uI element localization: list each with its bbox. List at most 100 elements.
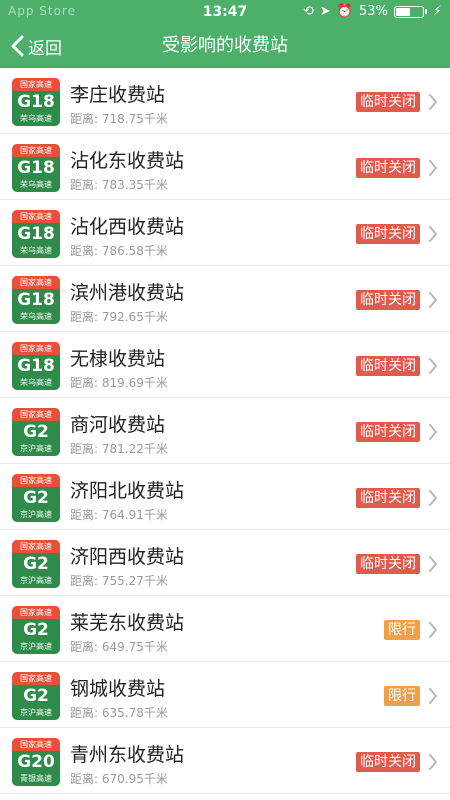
- shield-top-label: 国家高速: [12, 738, 60, 751]
- shield-route-name: 荣乌高速: [20, 312, 52, 321]
- status-bar: App Store 13:47 ⟲ ➤ ⏰ 53% ⚡: [0, 0, 450, 24]
- shield-top-label: 国家高速: [12, 144, 60, 157]
- shield-top-label: 国家高速: [12, 78, 60, 91]
- list-item[interactable]: 国家高速 G2 京沪高速 钢城收费站 距离: 635.78千米 限行: [0, 662, 450, 728]
- chevron-right-icon: [429, 556, 437, 572]
- shield-top-label: 国家高速: [12, 540, 60, 553]
- alarm-clock-icon: ⏰: [336, 4, 353, 19]
- chevron-right-icon: [429, 688, 437, 704]
- highway-shield-icon: 国家高速 G2 京沪高速: [12, 606, 60, 654]
- shield-route-name: 荣乌高速: [20, 246, 52, 255]
- status-right-group: ⟲ ➤ ⏰ 53% ⚡: [303, 4, 442, 19]
- list-item[interactable]: 国家高速 G18 荣乌高速 李庄收费站 距离: 718.75千米 临时关闭: [0, 68, 450, 134]
- status-badge: 临时关闭: [356, 488, 420, 508]
- list-item[interactable]: 国家高速 G18 荣乌高速 沾化西收费站 距离: 786.58千米 临时关闭: [0, 200, 450, 266]
- shield-route-code: G2: [23, 554, 49, 574]
- list-item[interactable]: 国家高速 G2 京沪高速 济阳西收费站 距离: 755.27千米 临时关闭: [0, 530, 450, 596]
- rotation-lock-icon: ⟲: [302, 4, 314, 19]
- toll-station-list: 国家高速 G18 荣乌高速 李庄收费站 距离: 718.75千米 临时关闭 国家…: [0, 68, 450, 794]
- list-item[interactable]: 国家高速 G18 荣乌高速 滨州港收费站 距离: 792.65千米 临时关闭: [0, 266, 450, 332]
- highway-shield-icon: 国家高速 G2 京沪高速: [12, 408, 60, 456]
- chevron-right-icon: [429, 490, 437, 506]
- status-badge: 临时关闭: [356, 92, 420, 112]
- chevron-right-icon: [429, 622, 437, 638]
- shield-route-name: 京沪高速: [20, 510, 52, 519]
- station-distance: 距离: 792.65千米: [70, 310, 168, 324]
- station-distance: 距离: 755.27千米: [70, 574, 168, 588]
- list-item[interactable]: 国家高速 G2 京沪高速 商河收费站 距离: 781.22千米 临时关闭: [0, 398, 450, 464]
- station-name: 沾化西收费站: [70, 216, 185, 238]
- shield-top-label: 国家高速: [12, 474, 60, 487]
- shield-route-name: 京沪高速: [20, 708, 52, 717]
- chevron-right-icon: [429, 424, 437, 440]
- chevron-right-icon: [429, 754, 437, 770]
- station-distance: 距离: 670.95千米: [70, 772, 168, 786]
- highway-shield-icon: 国家高速 G18 荣乌高速: [12, 78, 60, 126]
- status-badge: 限行: [384, 686, 420, 706]
- shield-route-code: G18: [17, 158, 55, 178]
- station-distance: 距离: 819.69千米: [70, 376, 168, 390]
- status-badge: 临时关闭: [356, 752, 420, 772]
- page-title: 受影响的收费站: [162, 35, 288, 56]
- station-name: 沾化东收费站: [70, 150, 185, 172]
- chevron-right-icon: [429, 358, 437, 374]
- shield-route-name: 京沪高速: [20, 444, 52, 453]
- charging-bolt-icon: ⚡: [432, 4, 442, 19]
- list-item[interactable]: 国家高速 G20 青银高速 青州东收费站 距离: 670.95千米 临时关闭: [0, 728, 450, 794]
- station-name: 济阳北收费站: [70, 480, 185, 502]
- shield-route-code: G2: [23, 422, 49, 442]
- status-badge: 限行: [384, 620, 420, 640]
- station-distance: 距离: 764.91千米: [70, 508, 168, 522]
- station-name: 济阳西收费站: [70, 546, 185, 568]
- shield-top-label: 国家高速: [12, 408, 60, 421]
- navigation-bar: 返回 受影响的收费站: [0, 24, 450, 68]
- highway-shield-icon: 国家高速 G2 京沪高速: [12, 474, 60, 522]
- list-item[interactable]: 国家高速 G2 京沪高速 济阳北收费站 距离: 764.91千米 临时关闭: [0, 464, 450, 530]
- station-distance: 距离: 635.78千米: [70, 706, 168, 720]
- highway-shield-icon: 国家高速 G18 荣乌高速: [12, 144, 60, 192]
- highway-shield-icon: 国家高速 G18 荣乌高速: [12, 276, 60, 324]
- location-arrow-icon: ➤: [319, 4, 331, 19]
- station-distance: 距离: 649.75千米: [70, 640, 168, 654]
- shield-top-label: 国家高速: [12, 606, 60, 619]
- station-distance: 距离: 783.35千米: [70, 178, 168, 192]
- station-distance: 距离: 786.58千米: [70, 244, 168, 258]
- shield-route-code: G18: [17, 290, 55, 310]
- station-distance: 距离: 781.22千米: [70, 442, 168, 456]
- status-badge: 临时关闭: [356, 356, 420, 376]
- station-name: 滨州港收费站: [70, 282, 185, 304]
- chevron-right-icon: [429, 226, 437, 242]
- station-name: 无棣收费站: [70, 348, 166, 370]
- highway-shield-icon: 国家高速 G2 京沪高速: [12, 672, 60, 720]
- shield-route-code: G18: [17, 356, 55, 376]
- battery-percent: 53%: [358, 4, 388, 19]
- status-badge: 临时关闭: [356, 290, 420, 310]
- shield-route-name: 荣乌高速: [20, 180, 52, 189]
- shield-route-code: G2: [23, 620, 49, 640]
- battery-level: [395, 7, 410, 16]
- station-name: 钢城收费站: [70, 678, 166, 700]
- shield-route-name: 荣乌高速: [20, 378, 52, 387]
- shield-top-label: 国家高速: [12, 342, 60, 355]
- chevron-right-icon: [429, 292, 437, 308]
- highway-shield-icon: 国家高速 G18 荣乌高速: [12, 342, 60, 390]
- status-badge: 临时关闭: [356, 554, 420, 574]
- list-item[interactable]: 国家高速 G2 京沪高速 莱芜东收费站 距离: 649.75千米 限行: [0, 596, 450, 662]
- highway-shield-icon: 国家高速 G2 京沪高速: [12, 540, 60, 588]
- shield-route-name: 京沪高速: [20, 642, 52, 651]
- shield-route-code: G2: [23, 488, 49, 508]
- battery-tip: [424, 9, 427, 14]
- station-name: 李庄收费站: [70, 84, 166, 106]
- shield-route-code: G18: [17, 92, 55, 112]
- highway-shield-icon: 国家高速 G20 青银高速: [12, 738, 60, 786]
- list-item[interactable]: 国家高速 G18 荣乌高速 无棣收费站 距离: 819.69千米 临时关闭: [0, 332, 450, 398]
- status-badge: 临时关闭: [356, 158, 420, 178]
- station-name: 商河收费站: [70, 414, 166, 436]
- shield-top-label: 国家高速: [12, 210, 60, 223]
- shield-route-code: G18: [17, 224, 55, 244]
- chevron-right-icon: [429, 94, 437, 110]
- shield-route-code: G2: [23, 686, 49, 706]
- shield-top-label: 国家高速: [12, 672, 60, 685]
- list-item[interactable]: 国家高速 G18 荣乌高速 沾化东收费站 距离: 783.35千米 临时关闭: [0, 134, 450, 200]
- status-badge: 临时关闭: [356, 422, 420, 442]
